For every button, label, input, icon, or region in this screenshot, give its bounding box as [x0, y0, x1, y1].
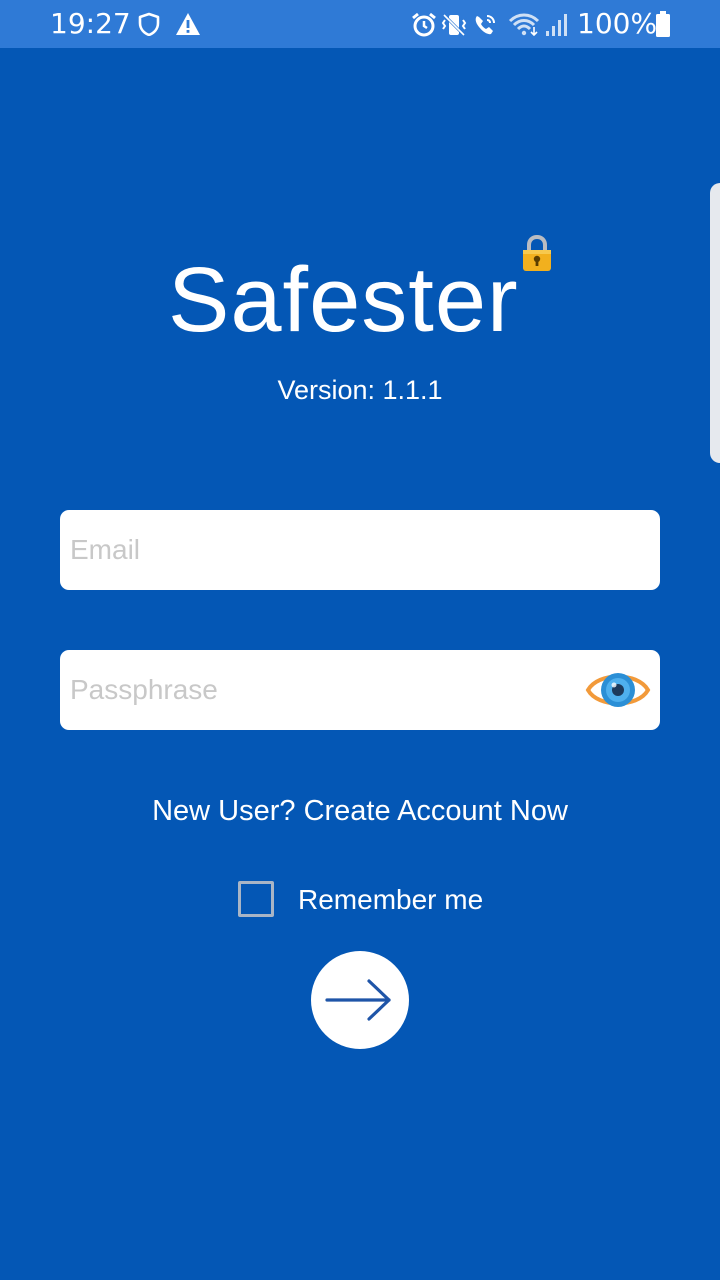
padlock-icon: [520, 234, 554, 278]
app-logo-text: Safester: [168, 249, 519, 351]
status-time: 19:27: [50, 7, 131, 40]
passphrase-field-container[interactable]: [60, 650, 660, 730]
shield-icon: [138, 12, 160, 41]
arrow-right-icon: [325, 979, 391, 1021]
login-submit-button[interactable]: [311, 951, 409, 1049]
signal-icon: [544, 12, 570, 43]
vibrate-icon: [441, 12, 467, 43]
app-version: Version: 1.1.1: [277, 375, 443, 405]
passphrase-input[interactable]: [70, 650, 570, 730]
email-input[interactable]: [70, 510, 570, 590]
battery-icon: [655, 11, 671, 42]
status-bar: 19:27 100%: [0, 0, 720, 48]
warning-icon: [175, 12, 201, 41]
wifi-icon: [508, 12, 540, 41]
eye-icon[interactable]: [584, 662, 652, 718]
edge-panel-handle[interactable]: [710, 183, 720, 463]
battery-percentage: 100%: [577, 7, 658, 40]
alarm-icon: [411, 12, 437, 43]
wifi-calling-icon: [472, 12, 498, 43]
remember-me-label[interactable]: Remember me: [298, 882, 483, 918]
create-account-link[interactable]: New User? Create Account Now: [0, 793, 720, 829]
remember-me-checkbox[interactable]: [238, 881, 274, 917]
email-field-container[interactable]: [60, 510, 660, 590]
